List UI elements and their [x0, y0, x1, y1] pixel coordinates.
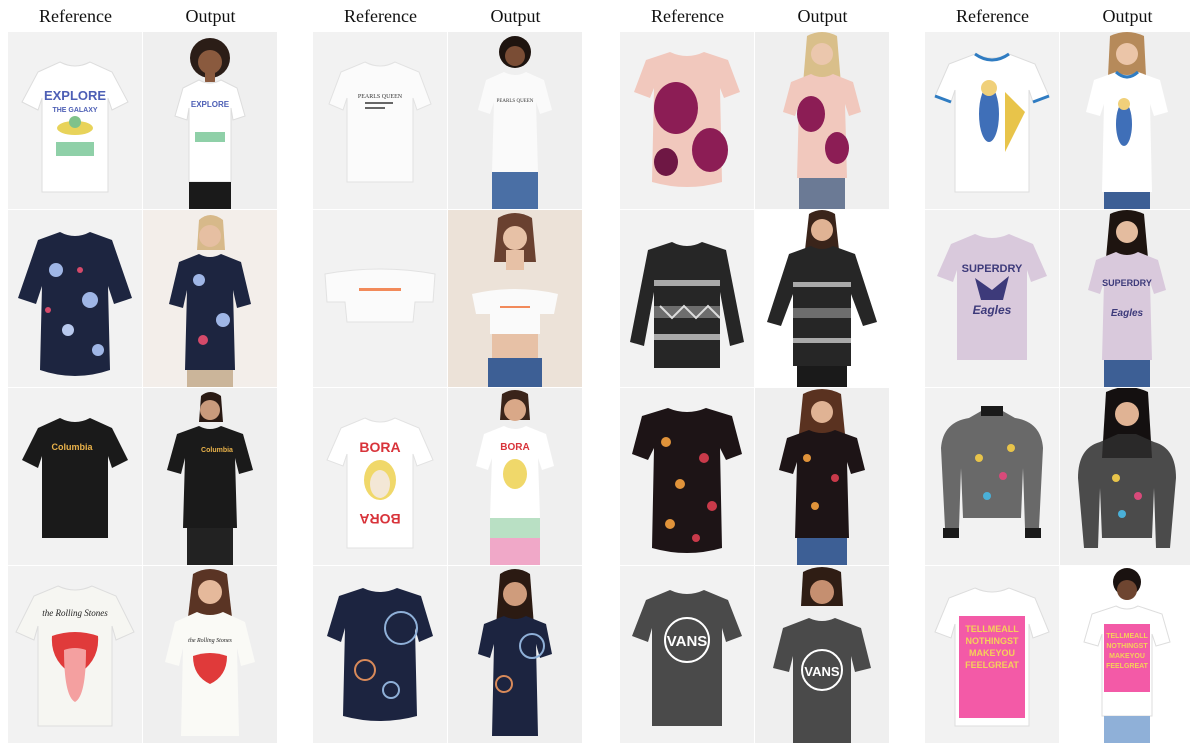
comparison-group-4: Reference Output SUPERDRY Eagles SUPERDR… — [925, 0, 1190, 743]
output-header: Output — [185, 6, 236, 26]
print-text: BORA — [359, 511, 400, 527]
reference-image-bora-tee: BORA BORA — [313, 388, 447, 565]
print-text: the Rolling Stones — [42, 608, 108, 618]
reference-image-geometric-knit — [620, 210, 754, 387]
reference-header: Reference — [344, 6, 417, 26]
output-image-dark-floral-top — [755, 388, 889, 565]
reference-image-explore-tee: EXPLORE THE GALAXY — [8, 32, 142, 209]
print-text: THE GALAXY — [52, 107, 97, 114]
reference-image-ringer-tee — [925, 32, 1059, 209]
print-text: Eagles — [1111, 308, 1144, 319]
output-image-bora-tee: BORA — [448, 388, 582, 565]
print-text: PEARLS QUEEN — [358, 94, 403, 100]
print-text: FEELGREAT — [1106, 663, 1149, 670]
reference-image-navy-floral-tee — [8, 210, 142, 387]
print-text: EXPLORE — [44, 88, 106, 103]
output-image-geometric-knit — [755, 210, 889, 387]
reference-image-columbia-tee: Columbia — [8, 388, 142, 565]
output-image-pearls-queen-tee: PEARLS QUEEN — [448, 32, 582, 209]
output-header: Output — [797, 6, 848, 26]
print-text: PEARLS QUEEN — [497, 99, 534, 104]
output-image-rolling-stones-tee: the Rolling Stones — [143, 566, 277, 743]
reference-image-rolling-stones-tee: the Rolling Stones — [8, 566, 142, 743]
comparison-group-1: Reference Output EXPLORE THE GALAXY EXPL… — [8, 0, 278, 743]
output-image-sheer-blouse — [1060, 388, 1190, 565]
print-text: EXPLORE — [191, 100, 230, 109]
reference-image-pearls-queen-tee: PEARLS QUEEN — [313, 32, 447, 209]
output-image-navy-floral-tee — [143, 210, 277, 387]
reference-image-vans-tee: VANS — [620, 566, 754, 743]
output-image-explore-tee: EXPLORE — [143, 32, 277, 209]
reference-image-pink-floral-top — [620, 32, 754, 209]
print-text: MAKEYOU — [969, 648, 1015, 658]
output-image-vans-tee: VANS — [755, 566, 889, 743]
reference-image-mandala-tee — [313, 566, 447, 743]
reference-header: Reference — [39, 6, 112, 26]
print-text: NOTHINGST — [966, 636, 1020, 646]
reference-header: Reference — [956, 6, 1029, 26]
print-text: BORA — [500, 442, 529, 453]
reference-image-pink-print-tee: TELLMEALL NOTHINGST MAKEYOU FEELGREAT — [925, 566, 1059, 743]
output-header: Output — [490, 6, 541, 26]
print-text: FEELGREAT — [965, 660, 1019, 670]
reference-image-superdry-tee: SUPERDRY Eagles — [925, 210, 1059, 387]
print-text: the Rolling Stones — [188, 638, 232, 644]
output-image-crop-top — [448, 210, 582, 387]
reference-image-dark-floral-top — [620, 388, 754, 565]
output-header: Output — [1102, 6, 1153, 26]
comparison-group-3: Reference Output VANS VANS — [620, 0, 890, 743]
output-image-mandala-tee — [448, 566, 582, 743]
print-text: TELLMEALL — [965, 624, 1019, 634]
print-text: BORA — [359, 439, 400, 455]
print-text: Eagles — [973, 303, 1012, 317]
reference-header: Reference — [651, 6, 724, 26]
print-text: MAKEYOU — [1109, 653, 1145, 660]
print-text: VANS — [667, 633, 708, 650]
print-text: Columbia — [51, 442, 93, 452]
reference-image-sheer-blouse — [925, 388, 1059, 565]
print-text: NOTHINGST — [1106, 643, 1148, 650]
output-image-ringer-tee — [1060, 32, 1190, 209]
print-text: Columbia — [201, 447, 233, 454]
comparison-group-2: Reference Output PEARLS QUEEN PEARLS QUE… — [313, 0, 583, 743]
output-image-columbia-tee: Columbia — [143, 388, 277, 565]
print-text: SUPERDRY — [1102, 278, 1152, 288]
output-image-pink-print-tee: TELLMEALL NOTHINGST MAKEYOU FEELGREAT — [1060, 566, 1190, 743]
reference-image-crop-top — [313, 210, 447, 387]
output-image-superdry-tee: SUPERDRY Eagles — [1060, 210, 1190, 387]
output-image-pink-floral-top — [755, 32, 889, 209]
print-text: TELLMEALL — [1106, 633, 1148, 640]
print-text: SUPERDRY — [962, 263, 1023, 275]
print-text: VANS — [804, 664, 839, 679]
